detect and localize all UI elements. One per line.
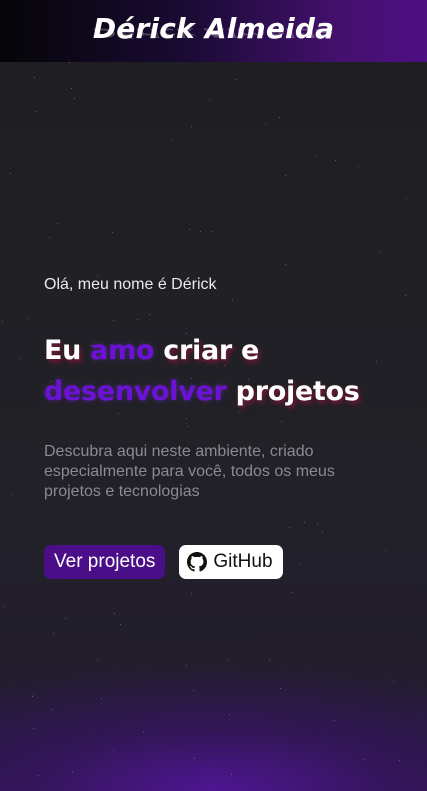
star-dot	[10, 173, 11, 174]
star-dot	[51, 709, 52, 710]
star-dot	[380, 252, 381, 253]
star-dot	[235, 79, 236, 80]
star-dot	[358, 166, 359, 167]
star-dot	[101, 698, 102, 699]
brand-logo[interactable]: Dérick Almeida Dérick Almeida	[93, 12, 334, 45]
star-dot	[71, 88, 72, 89]
headline-part-3: projetos	[226, 376, 360, 407]
star-dot	[335, 160, 336, 161]
star-dot	[97, 659, 98, 660]
github-button-label: GitHub	[213, 551, 273, 572]
star-dot	[279, 117, 280, 118]
star-dot	[304, 522, 305, 523]
star-dot	[27, 318, 28, 319]
star-dot	[191, 126, 192, 127]
github-button[interactable]: GitHub	[179, 545, 283, 579]
star-dot	[3, 606, 4, 607]
star-dot	[405, 295, 406, 296]
star-dot	[120, 624, 121, 625]
view-projects-button[interactable]: Ver projetos	[44, 545, 166, 579]
star-dot	[57, 223, 58, 224]
star-dot	[200, 231, 201, 232]
star-dot	[322, 532, 323, 533]
star-dot	[291, 592, 292, 593]
star-dot	[269, 659, 270, 660]
star-dot	[289, 527, 290, 528]
star-dot	[228, 660, 229, 661]
star-dot	[53, 633, 54, 634]
star-dot	[406, 198, 407, 199]
hero-headline: Eu amo criar e desenvolver projetos	[44, 330, 394, 412]
star-dot	[317, 523, 318, 524]
star-dot	[399, 760, 400, 761]
star-dot	[265, 124, 266, 125]
brand-name: Dérick Almeida	[92, 11, 335, 45]
star-dot	[69, 62, 70, 63]
landing-page: Dérick Almeida Dérick Almeida Olá, meu n…	[0, 0, 427, 791]
greeting-text: Olá, meu nome é Dérick	[44, 276, 217, 293]
star-dot	[334, 720, 335, 721]
headline-accent-desenvolver: desenvolver	[44, 376, 227, 407]
site-header: Dérick Almeida Dérick Almeida	[0, 0, 427, 62]
star-dot	[34, 77, 35, 78]
star-dot	[112, 232, 113, 233]
github-icon	[187, 552, 208, 572]
star-dot	[191, 593, 192, 594]
star-dot	[2, 321, 3, 322]
star-dot	[193, 690, 194, 691]
star-dot	[65, 618, 66, 619]
star-dot	[38, 775, 39, 776]
star-dot	[186, 665, 187, 666]
star-dot	[364, 759, 365, 760]
star-dot	[12, 494, 13, 495]
star-dot	[33, 694, 34, 695]
hero-section: Olá, meu nome é Dérick Eu amo criar e de…	[44, 276, 394, 502]
headline-part-1: Eu	[44, 335, 91, 366]
star-dot	[171, 140, 172, 141]
star-dot	[229, 714, 230, 715]
star-dot	[209, 99, 210, 100]
headline-part-2: criar e	[154, 335, 260, 366]
star-dot	[315, 156, 316, 157]
star-dot	[194, 758, 195, 759]
star-dot	[49, 237, 50, 238]
hero-actions: Ver projetos GitHub	[44, 545, 283, 579]
star-dot	[72, 771, 73, 772]
star-dot	[114, 613, 115, 614]
star-dot	[231, 774, 232, 775]
star-dot	[285, 264, 286, 265]
star-dot	[33, 728, 34, 729]
star-dot	[280, 688, 281, 689]
star-dot	[143, 731, 144, 732]
star-dot	[35, 111, 36, 112]
star-dot	[385, 550, 386, 551]
star-dot	[189, 229, 190, 230]
hero-description: Descubra aqui neste ambiente, criado esp…	[44, 443, 335, 500]
star-dot	[32, 696, 33, 697]
star-dot	[300, 564, 301, 565]
star-dot	[285, 175, 286, 176]
star-dot	[393, 681, 394, 682]
star-dot	[74, 98, 75, 99]
star-dot	[211, 231, 212, 232]
star-dot	[20, 358, 21, 359]
headline-accent-amo: amo	[90, 335, 155, 366]
star-dot	[113, 750, 114, 751]
